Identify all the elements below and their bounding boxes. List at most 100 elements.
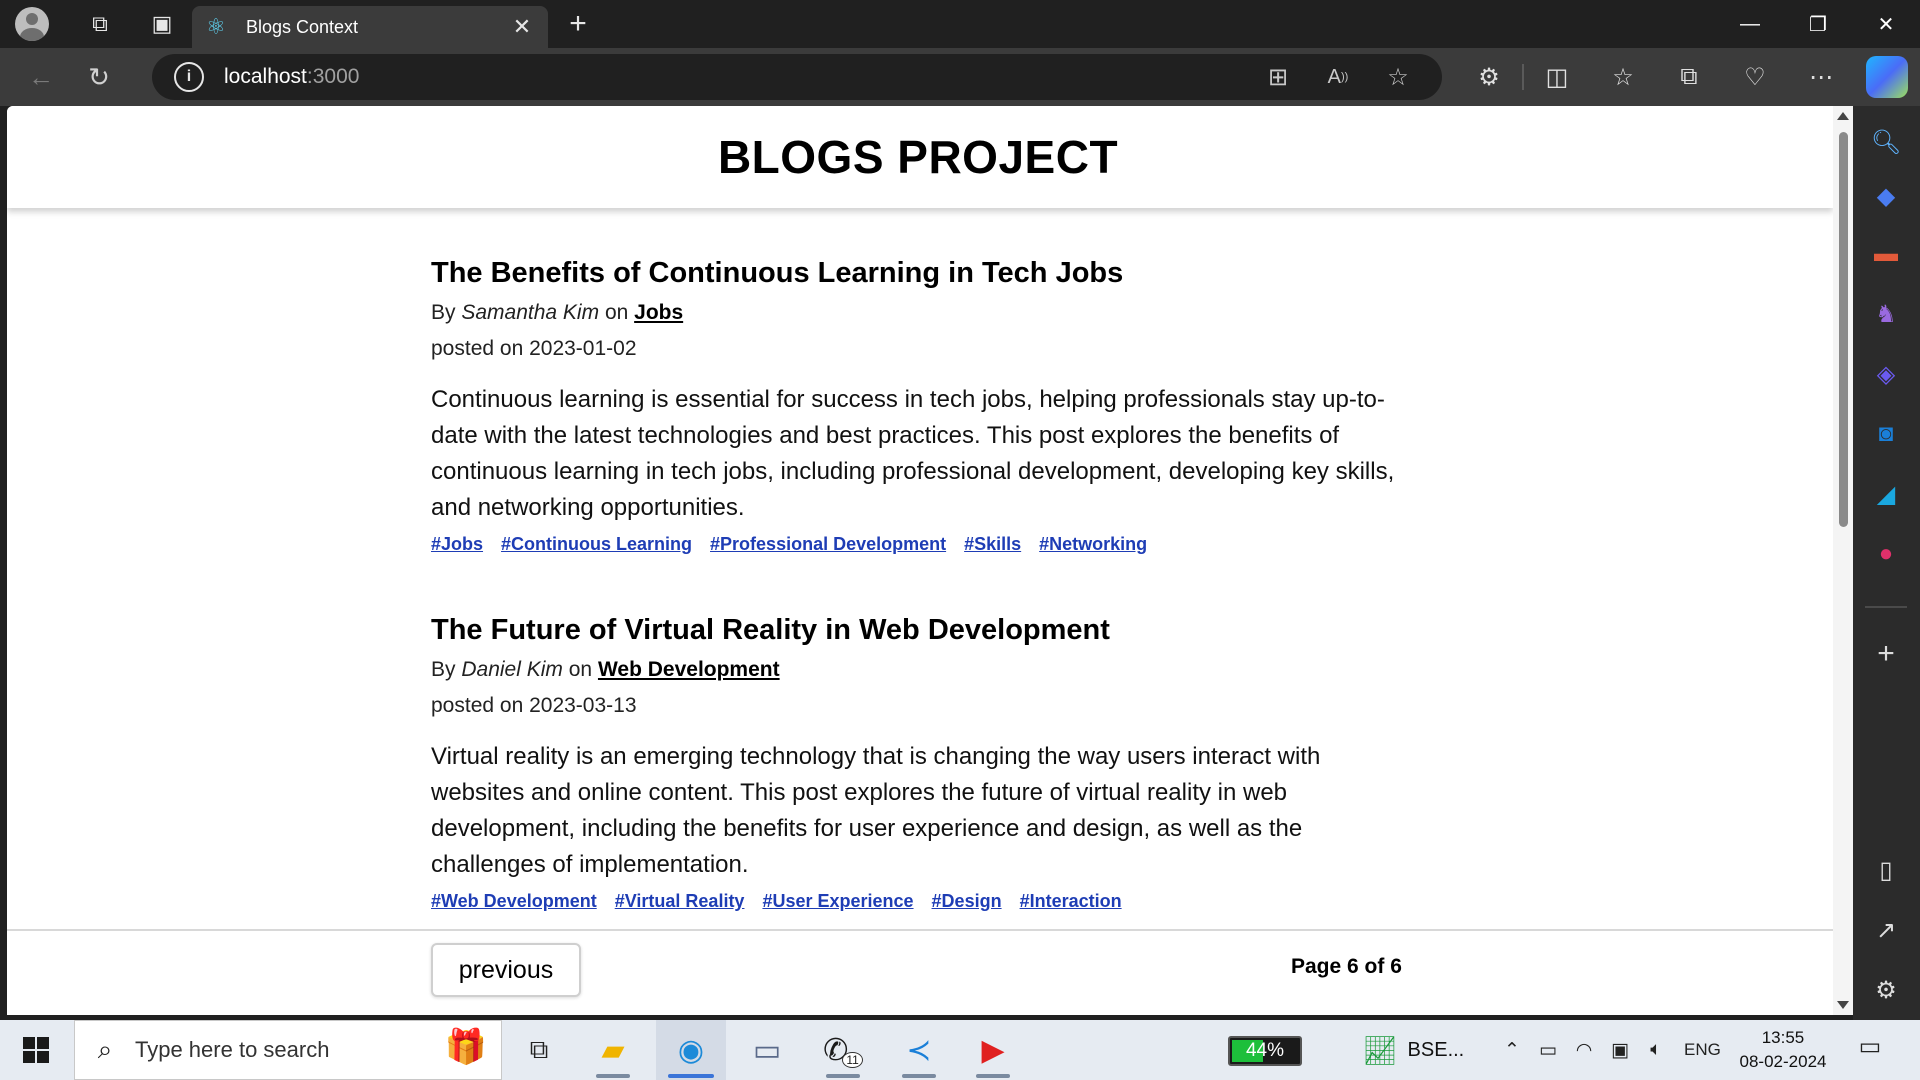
blog-post: The Benefits of Continuous Learning in T… [431,256,1411,555]
refresh-icon[interactable]: ↻ [70,52,128,102]
scroll-thumb[interactable] [1839,132,1848,527]
workspaces-icon[interactable]: ⧉ [76,0,124,48]
copilot-sidebar-icon[interactable]: ◈ [1868,356,1904,392]
tools-icon[interactable]: ▬ [1868,236,1904,272]
vertical-scrollbar[interactable] [1833,106,1853,1015]
hide-sidebar-icon[interactable]: ▯ [1868,852,1904,888]
app-available-icon[interactable]: ⊞ [1248,54,1308,100]
battery-icon[interactable]: ▭ [1530,1039,1566,1062]
previous-button[interactable]: previous [431,943,581,997]
wifi-icon[interactable]: ◠ [1566,1039,1602,1062]
drop-icon[interactable]: ◢ [1868,476,1904,512]
tag-link[interactable]: #Networking [1039,534,1147,555]
tag-link[interactable]: #Jobs [431,534,483,555]
close-tab-icon[interactable]: ✕ [510,14,534,40]
volume-icon[interactable]: 🔈︎ [1638,1039,1674,1061]
extensions-icon[interactable]: ⚙ [1456,48,1522,106]
browser-toolbar: ← ↻ i localhost:3000 ⊞ A)) ☆ ⚙ ◫ ☆ ⧉ ♡ ⋯ [0,48,1920,106]
task-view-icon[interactable]: ⧉ [504,1020,574,1080]
post-author: Daniel Kim [461,658,563,681]
games-icon[interactable]: ♞ [1868,296,1904,332]
favorite-star-icon[interactable]: ☆ [1368,54,1428,100]
battery-widget[interactable]: 44% [1228,1036,1302,1066]
taskbar-clock[interactable]: 13:55 08-02-2024 [1728,1026,1838,1074]
tab-title: Blogs Context [246,16,359,37]
settings-gear-icon[interactable]: ⚙ [1868,972,1904,1008]
tag-link[interactable]: #User Experience [762,891,913,912]
post-category-link[interactable]: Web Development [598,658,780,681]
clock-time: 13:55 [1761,1028,1805,1047]
network-icon[interactable]: ▣ [1602,1039,1638,1062]
address-bar-actions: ⊞ A)) ☆ [1248,54,1428,100]
scroll-down-arrow-icon[interactable] [1837,1001,1849,1009]
taskbar-search[interactable]: ⌕ Type here to search 🎁 [74,1020,502,1080]
chevron-up-icon[interactable]: ⌃ [1494,1039,1530,1062]
open-external-icon[interactable]: ↗ [1868,912,1904,948]
tag-link[interactable]: #Design [932,891,1002,912]
post-meta: By Samantha Kim on Jobs [431,299,1411,327]
stock-widget[interactable]: 📈︎ BSE... [1362,1034,1464,1067]
post-content: Continuous learning is essential for suc… [431,386,1395,521]
sidebar-divider [1865,606,1907,608]
post-meta: By Daniel Kim on Web Development [431,656,1411,684]
search-icon: ⌕ [97,1034,113,1064]
vscode-icon[interactable]: ≺ [884,1020,954,1080]
blog-post-list: The Benefits of Continuous Learning in T… [431,256,1411,912]
restore-icon[interactable]: ❐ [1784,0,1852,48]
tag-link[interactable]: #Virtual Reality [615,891,745,912]
tv-app-icon[interactable]: ● [1868,536,1904,572]
copilot-icon[interactable] [1866,56,1908,98]
pagination-footer: previous Page 6 of 6 [7,929,1833,1015]
split-screen-icon[interactable]: ◫ [1524,48,1590,106]
new-tab-icon[interactable]: + [560,6,596,42]
add-icon[interactable]: + [1868,636,1904,672]
tag-link[interactable]: #Continuous Learning [501,534,692,555]
tag-link[interactable]: #Web Development [431,891,597,912]
more-options-icon[interactable]: ⋯ [1788,48,1854,106]
edge-browser-icon[interactable]: ◉ [656,1020,726,1080]
search-icon[interactable]: 🔍︎ [1868,124,1904,160]
minimize-icon[interactable]: — [1716,0,1784,48]
scroll-up-arrow-icon[interactable] [1837,112,1849,120]
profile-button[interactable] [8,0,56,48]
language-indicator[interactable]: ENG [1684,1040,1721,1060]
date-label: posted on [431,337,524,360]
search-placeholder: Type here to search [135,1037,330,1062]
tab-actions-icon[interactable]: ▣ [138,0,186,48]
by-label: By [431,301,456,324]
page-title: BLOGS PROJECT [717,131,1119,183]
notifications-icon[interactable]: ▭ [1850,1032,1890,1068]
page-viewport: BLOGS PROJECT The Benefits of Continuous… [7,106,1853,1015]
file-explorer-icon[interactable]: ▰ [578,1020,648,1080]
favorites-icon[interactable]: ☆ [1590,48,1656,106]
url-port: :3000 [306,65,360,88]
battery-percent: 44% [1245,1040,1285,1061]
address-bar[interactable]: i localhost:3000 ⊞ A)) ☆ [152,54,1442,100]
computer-app-icon[interactable]: ▭ [732,1020,802,1080]
tag-link[interactable]: #Professional Development [710,534,946,555]
post-date: posted on 2023-01-02 [431,335,1411,363]
read-aloud-icon[interactable]: A)) [1308,54,1368,100]
site-info-icon[interactable]: i [174,62,204,92]
browser-tab-active[interactable]: ⚛ Blogs Context ✕ [192,6,548,48]
url-host: localhost [224,65,307,88]
browser-essentials-icon[interactable]: ♡ [1722,48,1788,106]
start-button[interactable] [0,1020,72,1080]
clock-date: 08-02-2024 [1739,1052,1827,1071]
back-arrow-icon[interactable]: ← [12,52,70,102]
post-tags: #Jobs #Continuous Learning #Professional… [431,534,1411,555]
whatsapp-icon[interactable]: ✆ 11 [808,1020,878,1080]
browser-titlebar: ⧉ ▣ ⚛ Blogs Context ✕ + — ❐ ✕ [0,0,1920,48]
close-window-icon[interactable]: ✕ [1852,0,1920,48]
tag-link[interactable]: #Interaction [1020,891,1122,912]
youtube-icon[interactable]: ▶ [958,1020,1028,1080]
toolbar-right: ⚙ ◫ ☆ ⧉ ♡ ⋯ [1456,48,1908,106]
post-category-link[interactable]: Jobs [634,301,683,324]
shopping-tag-icon[interactable]: ◆ [1868,178,1904,214]
collections-icon[interactable]: ⧉ [1656,48,1722,106]
windows-taskbar: ⌕ Type here to search 🎁 ⧉ ▰ ◉ ▭ ✆ 11 ≺ ▶ … [0,1020,1920,1080]
tag-link[interactable]: #Skills [964,534,1021,555]
profile-icon [15,7,49,41]
post-date: posted on 2023-03-13 [431,692,1411,720]
outlook-icon[interactable]: ◙ [1868,416,1904,452]
